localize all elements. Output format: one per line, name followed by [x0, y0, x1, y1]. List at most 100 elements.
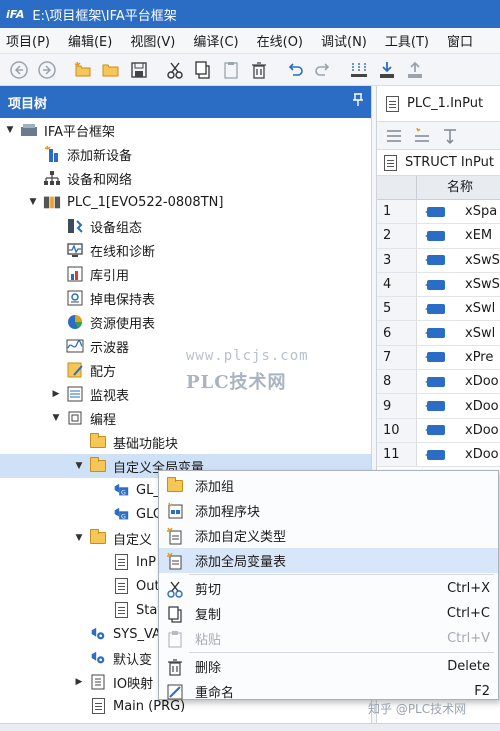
tree-item[interactable]: 基础功能块: [0, 430, 372, 454]
table-row[interactable]: 1 xSpa: [377, 200, 500, 225]
variable-name[interactable]: xSpa: [465, 204, 497, 219]
variable-name[interactable]: xEM: [465, 228, 492, 243]
forward-icon[interactable]: [34, 58, 60, 82]
tree-item[interactable]: 库引用: [0, 262, 372, 286]
menu-online[interactable]: 在线(O): [251, 31, 315, 50]
add-device-icon: [43, 145, 61, 163]
tree-item-label: SYS_VA: [113, 626, 161, 642]
new-icon[interactable]: [70, 58, 96, 82]
app-logo: iFA: [6, 7, 25, 21]
collapse-icon[interactable]: ▼: [73, 460, 85, 472]
menu-view[interactable]: 视图(V): [124, 31, 187, 50]
tree-item[interactable]: 资源使用表: [0, 310, 372, 334]
config-icon: [66, 217, 84, 235]
table-row[interactable]: 10 xDoo: [377, 418, 500, 443]
table-row[interactable]: 9 xDoo: [377, 394, 500, 419]
tree-item[interactable]: 设备和网络: [0, 166, 372, 190]
tree-item-label: 掉电保持表: [90, 292, 156, 308]
cut-icon[interactable]: [162, 58, 188, 82]
build-icon[interactable]: [346, 58, 372, 82]
sort-icon[interactable]: [441, 127, 459, 145]
open-icon[interactable]: [98, 58, 124, 82]
variable-name[interactable]: xDoo: [465, 374, 499, 389]
variable-grid: 名称 1 xSpa 2 xEM 3 xSwS 4 xSwS 5 xSwl 6 xSwl 7 xPre 8 xD…: [377, 176, 500, 468]
editor-tab[interactable]: PLC_1.InPut: [377, 86, 500, 122]
watermark-site: PLC技术网: [186, 372, 287, 393]
save-icon[interactable]: [126, 58, 152, 82]
tree-item[interactable]: ▼ IFA平台框架: [0, 118, 372, 142]
tree-item-label: 设备组态: [90, 220, 143, 236]
collapse-icon[interactable]: ▼: [27, 196, 39, 208]
table-row[interactable]: 7 xPre: [377, 345, 500, 371]
row-number: 8: [377, 370, 417, 394]
tree-item-label: GL_: [136, 482, 160, 498]
tree-item[interactable]: ▼ PLC_1[EVO522-0808TN]: [0, 190, 372, 214]
variable-icon: [425, 376, 447, 387]
tree-item-label: 资源使用表: [90, 316, 156, 332]
menu-compile[interactable]: 编译(C): [187, 31, 250, 50]
table-row[interactable]: 8 xDoo: [377, 370, 500, 395]
context-menu-label: 添加组: [195, 480, 235, 495]
pin-icon[interactable]: [352, 93, 364, 111]
row-number: 6: [377, 321, 417, 345]
tree-item[interactable]: 掉电保持表: [0, 286, 372, 310]
context-menu-item[interactable]: 剪切 Ctrl+X: [159, 576, 498, 601]
context-menu-item[interactable]: 删除 Delete: [159, 654, 498, 679]
io-map-icon: [89, 673, 107, 691]
context-menu-shortcut: Delete: [447, 659, 490, 674]
variable-name[interactable]: xDoo: [465, 399, 499, 414]
upload-icon[interactable]: [402, 58, 428, 82]
menu-window[interactable]: 窗口: [441, 31, 485, 50]
variable-name[interactable]: xDoo: [465, 447, 499, 462]
collapse-icon[interactable]: ▼: [50, 412, 62, 424]
table-row[interactable]: 6 xSwl: [377, 321, 500, 346]
insert-row-icon[interactable]: [385, 127, 403, 145]
menu-debug[interactable]: 调试(N): [315, 31, 379, 50]
menu-edit[interactable]: 编辑(E): [62, 31, 124, 50]
variable-name[interactable]: xSwS: [465, 253, 500, 268]
table-row[interactable]: 11 xDoo: [377, 442, 500, 468]
expand-icon[interactable]: ▶: [50, 388, 62, 400]
svg-text:G: G: [121, 490, 126, 497]
tree-item[interactable]: 添加新设备: [0, 142, 372, 166]
undo-icon[interactable]: [282, 58, 308, 82]
variable-name[interactable]: xSwS: [465, 277, 500, 292]
menu-tools[interactable]: 工具(T): [379, 31, 441, 50]
column-name-header[interactable]: 名称: [417, 176, 500, 199]
back-icon[interactable]: [6, 58, 32, 82]
table-row[interactable]: 2 xEM: [377, 224, 500, 249]
program-icon: [66, 409, 84, 427]
tree-item[interactable]: ▼ 编程: [0, 406, 372, 430]
redo-icon[interactable]: [310, 58, 336, 82]
table-row[interactable]: 3 xSwS: [377, 248, 500, 273]
tree-item[interactable]: 在线和诊断: [0, 238, 372, 262]
paste-icon[interactable]: [218, 58, 244, 82]
context-menu-item[interactable]: 添加全局变量表: [159, 548, 498, 573]
variable-name[interactable]: xDoo: [465, 423, 499, 438]
delete-icon[interactable]: [246, 58, 272, 82]
row-number: 9: [377, 394, 417, 418]
copy-icon[interactable]: [190, 58, 216, 82]
context-menu-item[interactable]: 添加程序块: [159, 498, 498, 523]
menu-project[interactable]: 项目(P): [0, 31, 62, 50]
context-menu-item[interactable]: 添加自定义类型: [159, 523, 498, 548]
variable-name[interactable]: xSwl: [465, 301, 495, 316]
context-menu-item[interactable]: 复制 Ctrl+C: [159, 601, 498, 626]
collapse-icon[interactable]: ▼: [4, 124, 16, 136]
tree-item[interactable]: 设备组态: [0, 214, 372, 238]
default-var-icon: [89, 649, 107, 667]
variable-name[interactable]: xSwl: [465, 326, 495, 341]
table-row[interactable]: 5 xSwl: [377, 297, 500, 322]
download-icon[interactable]: [374, 58, 400, 82]
add-row-icon[interactable]: [413, 127, 431, 145]
table-row[interactable]: 4 xSwS: [377, 272, 500, 298]
collapse-icon[interactable]: ▼: [73, 532, 85, 544]
expand-icon[interactable]: ▶: [73, 676, 85, 688]
context-menu-item[interactable]: 添加组: [159, 473, 498, 498]
variable-name[interactable]: xPre: [465, 350, 493, 365]
